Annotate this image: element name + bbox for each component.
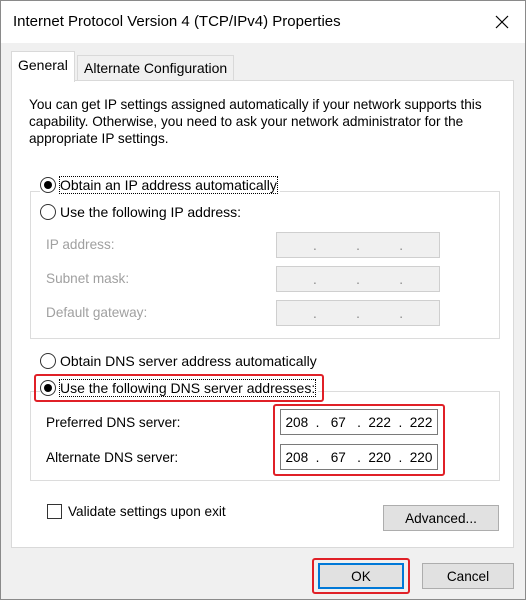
title-bar: Internet Protocol Version 4 (TCP/IPv4) P… [1, 1, 525, 43]
description-text: You can get IP settings assigned automat… [29, 97, 482, 146]
radio-button [40, 177, 56, 193]
obtain-dns-auto-label: Obtain DNS server address automatically [60, 353, 317, 369]
use-following-dns-label: Use the following DNS server addresses: [58, 379, 317, 397]
ip-address-input: . . . [276, 232, 440, 258]
default-gateway-label: Default gateway: [46, 305, 148, 320]
cancel-button[interactable]: Cancel [422, 563, 514, 589]
use-following-ip-radio[interactable]: Use the following IP address: [40, 204, 245, 220]
ok-button[interactable]: OK [318, 563, 404, 589]
tab-alternate-configuration[interactable]: Alternate Configuration [77, 55, 235, 81]
general-panel: You can get IP settings assigned automat… [11, 80, 514, 548]
default-gateway-input: . . . [276, 300, 440, 326]
validate-settings-label: Validate settings upon exit [68, 504, 226, 519]
tab-general[interactable]: General [11, 51, 75, 82]
window-title: Internet Protocol Version 4 (TCP/IPv4) P… [13, 13, 341, 30]
preferred-dns-label: Preferred DNS server: [46, 415, 181, 430]
preferred-dns-input[interactable]: 208. 67. 222. 222 [280, 409, 438, 435]
radio-button [40, 380, 56, 396]
close-button[interactable] [479, 1, 525, 43]
radio-button [40, 204, 56, 220]
use-following-ip-label: Use the following IP address: [60, 204, 242, 220]
ip-address-label: IP address: [46, 237, 115, 252]
subnet-mask-input: . . . [276, 266, 440, 292]
advanced-button[interactable]: Advanced... [383, 505, 499, 531]
obtain-dns-auto-radio[interactable]: Obtain DNS server address automatically [40, 353, 320, 369]
obtain-ip-auto-radio[interactable]: Obtain an IP address automatically [40, 176, 280, 194]
obtain-ip-auto-label: Obtain an IP address automatically [59, 176, 278, 194]
validate-settings-checkbox[interactable]: Validate settings upon exit [47, 504, 226, 519]
alternate-dns-input[interactable]: 208. 67. 220. 220 [280, 444, 438, 470]
checkbox-box [47, 504, 62, 519]
use-following-dns-radio[interactable]: Use the following DNS server addresses: [40, 379, 319, 397]
subnet-mask-label: Subnet mask: [46, 271, 130, 286]
radio-button [40, 353, 56, 369]
alternate-dns-label: Alternate DNS server: [46, 450, 179, 465]
close-icon [495, 15, 509, 29]
properties-dialog: Internet Protocol Version 4 (TCP/IPv4) P… [0, 0, 526, 600]
